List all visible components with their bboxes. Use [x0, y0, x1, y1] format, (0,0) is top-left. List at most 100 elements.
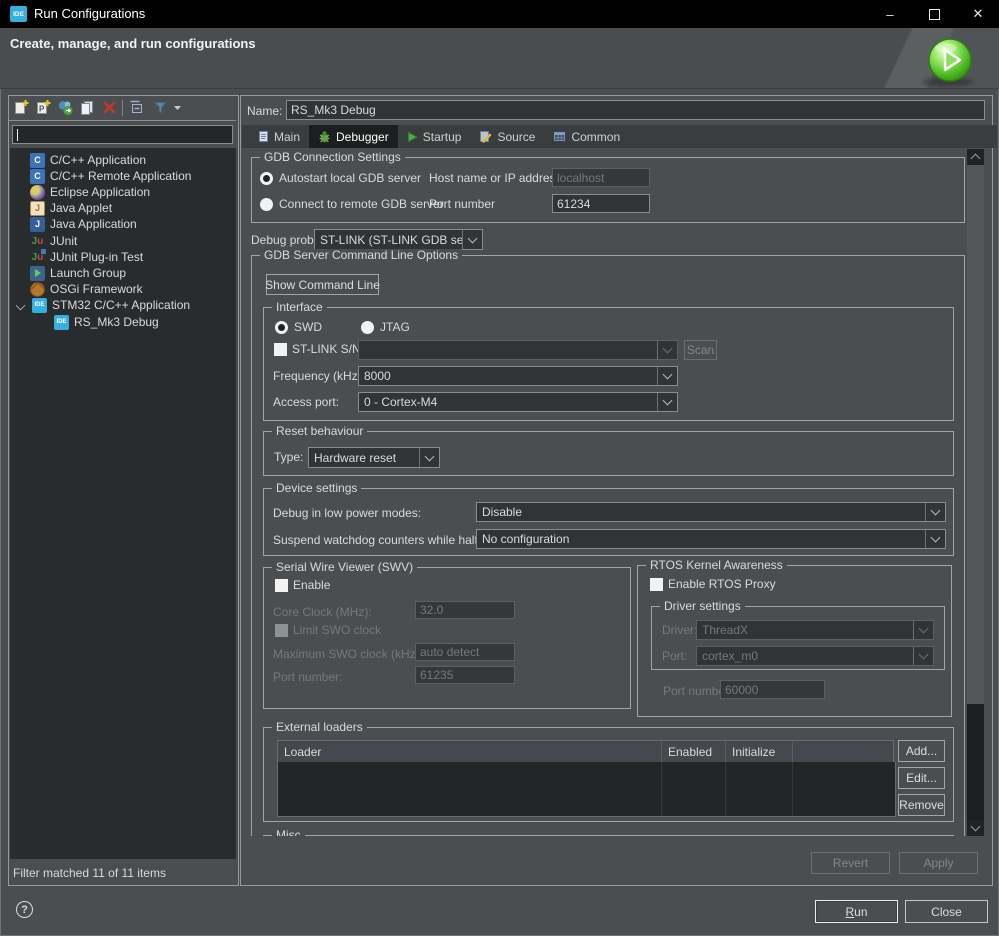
dialog-banner: Create, manage, and run configurations [0, 28, 999, 89]
jtag-radio[interactable] [361, 321, 374, 334]
group-legend: Serial Wire Viewer (SWV) [272, 561, 418, 574]
show-command-line-button[interactable]: Show Command Line [265, 274, 380, 295]
chevron-down-icon [925, 530, 945, 548]
jtag-label: JTAG [380, 320, 410, 334]
column-initialize[interactable]: Initialize [726, 741, 793, 762]
help-button[interactable]: ? [16, 901, 33, 918]
autostart-gdb-radio[interactable] [260, 172, 273, 185]
banner-heading: Create, manage, and run configurations [10, 36, 256, 51]
column-enabled[interactable]: Enabled [662, 741, 726, 762]
name-input[interactable] [286, 100, 985, 120]
swv-enable-checkbox[interactable] [275, 579, 288, 592]
debug-probe-combo[interactable]: ST-LINK (ST-LINK GDB server) [314, 229, 483, 250]
window-title: Run Configurations [34, 6, 146, 21]
tree-item-java-application[interactable]: J Java Application [30, 216, 137, 232]
scroll-up-button[interactable] [967, 149, 984, 165]
new-launch-prototype-icon[interactable]: P [35, 99, 52, 116]
remove-loader-button[interactable]: Remove [898, 794, 945, 816]
filter-input[interactable] [12, 125, 233, 144]
host-label: Host name or IP address [429, 171, 562, 185]
title-bar: IDE Run Configurations – ✕ [0, 0, 999, 28]
access-port-combo[interactable]: 0 - Cortex-M4 [358, 392, 678, 412]
low-power-combo[interactable]: Disable [476, 502, 946, 522]
scroll-down-button[interactable] [967, 820, 984, 836]
tree-item-launch-group[interactable]: Launch Group [30, 265, 126, 281]
eclipse-application-icon [30, 184, 45, 200]
remote-gdb-radio[interactable] [260, 198, 273, 211]
tree-item-label: Launch Group [50, 266, 127, 280]
sidebar-toolbar: P [9, 96, 236, 121]
edit-loader-button[interactable]: Edit... [898, 767, 945, 789]
java-applet-icon: J [30, 200, 45, 216]
chevron-down-icon [913, 621, 933, 639]
tree-item-osgi-framework[interactable]: OSGi Framework [30, 281, 143, 297]
delete-launch-configuration-icon[interactable] [101, 99, 118, 116]
swv-group: Serial Wire Viewer (SWV) Enable Core Clo… [263, 561, 631, 709]
tree-item-eclipse-application[interactable]: Eclipse Application [30, 184, 150, 200]
run-configurations-dialog: IDE Run Configurations – ✕ Create, manag… [0, 0, 999, 936]
column-blank [793, 741, 893, 762]
tree-item-junit[interactable]: Ju JUnit [30, 233, 78, 249]
debug-probe-label: Debug probe [251, 233, 321, 247]
expanded-chevron-icon[interactable] [15, 300, 26, 310]
reset-type-combo[interactable]: Hardware reset [308, 447, 440, 468]
tree-item-label: C/C++ Remote Application [50, 169, 192, 183]
text-cursor [17, 129, 18, 141]
tab-main[interactable]: Main [249, 125, 309, 148]
filter-menu-chevron-icon[interactable] [173, 104, 182, 112]
tree-item-stm32-application[interactable]: IDE STM32 C/C++ Application [15, 297, 190, 313]
duplicate-launch-configuration-icon[interactable] [79, 99, 96, 116]
tree-item-c-application[interactable]: C C/C++ Application [30, 152, 146, 168]
tree-item-rs-mk3-debug[interactable]: IDE RS_Mk3 Debug [54, 314, 159, 330]
external-loaders-group: External loaders Loader Enabled Initiali… [263, 721, 954, 822]
tree-item-junit-plugin-test[interactable]: Ju JUnit Plug-in Test [30, 248, 143, 265]
max-swo-input [415, 643, 515, 661]
access-port-label: Access port: [273, 395, 340, 409]
maximize-button[interactable] [912, 0, 956, 28]
apply-button: Apply [899, 852, 978, 874]
common-tab-icon [554, 132, 566, 141]
launch-types-panel: P C C/C++ Application C C/C++ Remote App… [8, 95, 239, 886]
close-window-button[interactable]: ✕ [956, 0, 999, 28]
swv-enable-label: Enable [293, 578, 331, 592]
minimize-button[interactable]: – [868, 0, 912, 28]
app-ide-icon: IDE [10, 6, 27, 22]
watchdog-combo[interactable]: No configuration [476, 529, 946, 549]
group-legend: Misc [272, 829, 305, 836]
group-legend: Reset behaviour [272, 425, 368, 438]
stlink-sn-checkbox[interactable] [274, 343, 287, 356]
run-button[interactable]: Run [815, 900, 898, 923]
tree-item-c-remote-application[interactable]: C C/C++ Remote Application [30, 168, 191, 184]
chevron-down-icon [462, 230, 482, 249]
tree-item-label: Eclipse Application [50, 185, 151, 199]
device-settings-group: Device settings Debug in low power modes… [263, 482, 954, 556]
rtos-proxy-checkbox[interactable] [650, 578, 663, 591]
new-launch-configuration-icon[interactable] [13, 99, 30, 116]
tree-item-java-applet[interactable]: J Java Applet [30, 200, 112, 216]
osgi-framework-icon [30, 281, 45, 297]
filter-launch-configurations-icon[interactable] [152, 99, 169, 116]
add-loader-button[interactable]: Add... [898, 740, 945, 762]
port-number-input[interactable] [552, 194, 650, 213]
content-scrollbar[interactable] [967, 149, 984, 836]
column-loader[interactable]: Loader [278, 741, 662, 762]
tree-item-label: RS_Mk3 Debug [74, 315, 159, 329]
frequency-combo[interactable]: 8000 [358, 366, 678, 386]
driver-settings-group: Driver settings Driver: ThreadX Port: co… [651, 600, 945, 670]
tab-debugger[interactable]: Debugger [309, 125, 398, 148]
tab-source[interactable]: Source [470, 125, 544, 148]
core-clock-label: Core Clock (MHz): [273, 605, 372, 619]
tab-startup[interactable]: Startup [398, 125, 471, 148]
tree-item-label: Java Applet [50, 201, 113, 215]
loaders-table-body[interactable] [277, 762, 896, 817]
scrollbar-thumb[interactable] [967, 165, 984, 704]
tab-common[interactable]: Common [544, 125, 629, 148]
export-launch-configurations-icon[interactable] [57, 99, 74, 116]
toolbar-separator [122, 100, 123, 116]
swd-radio[interactable] [275, 321, 288, 334]
close-button[interactable]: Close [905, 900, 988, 923]
tree-item-label: JUnit [50, 234, 78, 248]
collapse-all-icon[interactable] [128, 99, 145, 116]
junit-plugin-test-icon: Ju [30, 248, 46, 265]
group-legend: GDB Connection Settings [260, 151, 405, 164]
